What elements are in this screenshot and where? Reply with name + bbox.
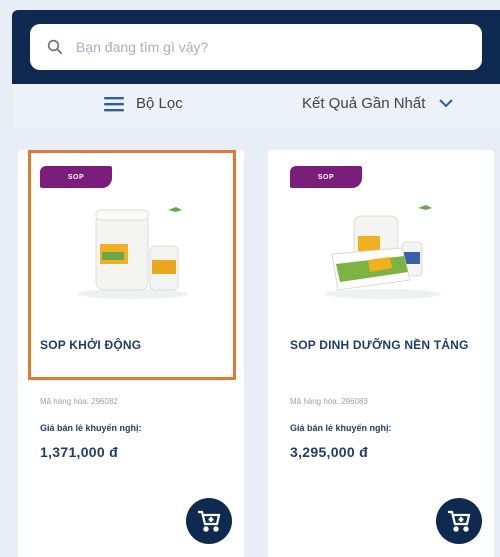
product-price: 3,295,000 đ bbox=[290, 444, 369, 460]
product-name[interactable]: SOP KHỞI ĐỘNG bbox=[40, 338, 141, 352]
cart-icon bbox=[448, 510, 471, 532]
product-image bbox=[325, 205, 441, 299]
price-label: Giá bán lẻ khuyến nghị: bbox=[290, 423, 392, 433]
add-to-cart-button[interactable] bbox=[436, 498, 482, 544]
filter-bar: Bộ Lọc Kết Quả Gần Nhất bbox=[12, 84, 500, 128]
search-box[interactable] bbox=[30, 24, 482, 70]
cart-icon bbox=[198, 510, 221, 532]
header-bar bbox=[12, 10, 500, 84]
product-badge: SOP bbox=[290, 166, 362, 188]
product-sku: Mã hàng hóa: 296083 bbox=[290, 397, 368, 406]
chevron-down-icon bbox=[439, 99, 454, 108]
filter-label: Bộ Lọc bbox=[136, 95, 183, 112]
filter-button[interactable]: Bộ Lọc bbox=[104, 95, 183, 112]
search-input[interactable] bbox=[76, 39, 456, 55]
product-name[interactable]: SOP DINH DƯỠNG NỀN TẢNG bbox=[290, 338, 469, 352]
product-badge: SOP bbox=[40, 166, 112, 188]
product-price: 1,371,000 đ bbox=[40, 444, 119, 460]
filter-lines-icon bbox=[104, 96, 124, 111]
product-image bbox=[78, 207, 188, 299]
sort-label: Kết Quả Gần Nhất bbox=[302, 95, 426, 112]
add-to-cart-button[interactable] bbox=[186, 498, 232, 544]
sort-dropdown[interactable]: Kết Quả Gần Nhất bbox=[302, 95, 454, 112]
price-label: Giá bán lẻ khuyến nghị: bbox=[40, 423, 142, 433]
search-icon bbox=[47, 39, 63, 55]
product-card[interactable]: SOP SOP KHỞI ĐỘNG Mã hàng hóa: 296082 Gi… bbox=[18, 150, 244, 557]
product-card[interactable]: SOP SOP DINH DƯỠNG NỀN TẢNG Mã hàng hóa:… bbox=[268, 150, 494, 557]
product-sku: Mã hàng hóa: 296082 bbox=[40, 397, 118, 406]
